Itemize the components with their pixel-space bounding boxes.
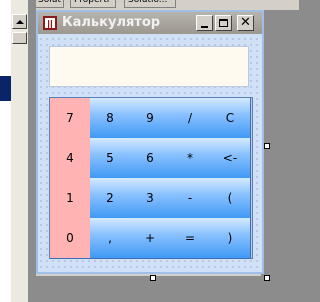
resize-handle-right[interactable] [264, 143, 270, 149]
key-label: * [187, 151, 193, 165]
key-button[interactable]: 9 [130, 98, 171, 139]
key-button[interactable]: <- [210, 138, 251, 179]
key-button[interactable]: / [170, 98, 211, 139]
key-button[interactable]: + [130, 218, 171, 259]
calculator-display[interactable] [49, 46, 249, 87]
key-label: 2 [106, 191, 114, 205]
key-button[interactable]: 7 [50, 98, 91, 139]
calculator-keypad: 7 8 9 / C 4 5 6 * <- 1 2 3 - (0, + =) [49, 97, 253, 259]
key-label: 1 [66, 191, 74, 205]
ide-left-strip [0, 0, 36, 302]
scroll-up-button[interactable] [12, 14, 27, 29]
key-label: 4 [66, 151, 74, 165]
panel-edge [28, 0, 36, 302]
app-icon [43, 16, 57, 30]
key-label: / [187, 111, 193, 125]
key-button[interactable]: = [170, 218, 211, 259]
key-label: 5 [106, 151, 114, 165]
arrow-up-icon [15, 19, 24, 24]
side-panel [0, 0, 11, 302]
key-button[interactable]: 1 [50, 178, 91, 219]
scroll-thumb[interactable] [12, 32, 27, 44]
key-button[interactable]: * [170, 138, 211, 179]
key-button[interactable]: 8 [90, 98, 131, 139]
key-label: - [187, 191, 193, 205]
vertical-scrollbar[interactable] [11, 0, 28, 302]
close-icon: ✕ [240, 15, 251, 30]
key-label: 0 [66, 231, 74, 245]
key-label: 3 [146, 191, 154, 205]
key-button[interactable]: C [210, 98, 251, 139]
key-label: 7 [66, 111, 74, 125]
maximize-button[interactable] [215, 15, 232, 31]
key-label: <- [222, 151, 238, 165]
minimize-icon [201, 25, 208, 28]
key-button[interactable]: 6 [130, 138, 171, 179]
maximize-icon [219, 19, 228, 27]
side-panel-selection [0, 76, 11, 101]
key-label: = [184, 231, 196, 245]
key-button[interactable]: 5 [90, 138, 131, 179]
key-button[interactable]: , [90, 218, 131, 259]
resize-handle-bottom[interactable] [150, 275, 156, 281]
form-title: Калькулятор [62, 15, 161, 30]
key-label: C [225, 111, 235, 125]
close-button[interactable]: ✕ [237, 15, 254, 31]
key-label: ( [227, 191, 233, 205]
tab-properties[interactable]: Properti [70, 0, 116, 8]
ide-tab-strip: Solut Properti Solutio... [36, 0, 299, 10]
key-label: , [108, 231, 112, 245]
key-label: 9 [146, 111, 154, 125]
key-button[interactable]: 0 [50, 218, 91, 259]
key-button[interactable]: 3 [130, 178, 171, 219]
tab-solution[interactable]: Solut [36, 0, 64, 8]
key-button[interactable]: - [170, 178, 211, 219]
key-button[interactable]: ( [210, 178, 251, 219]
key-button[interactable]: 4 [50, 138, 91, 179]
key-label: 6 [146, 151, 154, 165]
calculator-form[interactable]: Калькулятор ✕ 7 8 9 / C 4 5 6 * <- 1 2 3 - (0, + =) [36, 10, 264, 274]
tab-solution-explorer[interactable]: Solutio... [124, 0, 176, 8]
form-titlebar[interactable]: Калькулятор ✕ [38, 12, 262, 34]
key-button[interactable]: 2 [90, 178, 131, 219]
key-label: ) [227, 231, 233, 245]
resize-handle-corner[interactable] [264, 275, 270, 281]
key-button[interactable]: ) [210, 218, 251, 259]
minimize-button[interactable] [196, 15, 213, 31]
key-label: + [144, 231, 156, 245]
key-label: 8 [106, 111, 114, 125]
